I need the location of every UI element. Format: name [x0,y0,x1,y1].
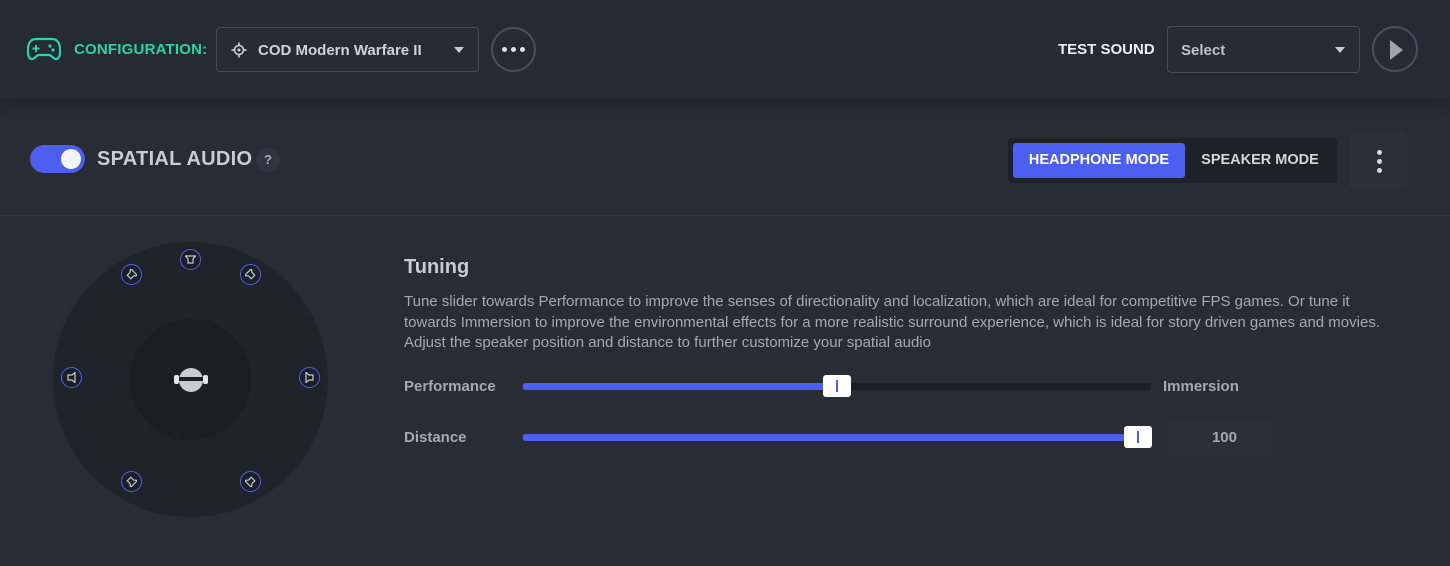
configuration-value: COD Modern Warfare II [258,42,422,59]
spatial-audio-title: SPATIAL AUDIO [97,148,253,170]
chevron-down-icon [454,47,464,53]
top-bar: CONFIGURATION: COD Modern Warfare II TES… [0,0,1450,98]
toggle-knob [61,149,81,169]
performance-label: Performance [404,378,496,395]
help-icon[interactable]: ? [256,148,280,172]
speaker-rear-right-icon[interactable] [240,471,261,492]
mode-switch: HEADPHONE MODE SPEAKER MODE [1008,138,1337,183]
test-sound-select[interactable]: Select [1167,26,1360,73]
tuning-title: Tuning [404,256,470,278]
panel-menu-button[interactable] [1350,132,1408,190]
gamepad-icon [27,37,61,61]
more-vertical-icon [1376,149,1382,155]
chevron-down-icon [1335,47,1345,53]
speaker-side-left-icon[interactable] [61,367,82,388]
speaker-rear-left-icon[interactable] [121,471,142,492]
performance-immersion-slider[interactable] [523,375,1151,397]
more-options-button[interactable] [491,27,536,72]
distance-slider[interactable] [523,426,1153,448]
listener-head-icon [174,368,208,392]
spatial-audio-toggle[interactable] [30,145,85,173]
slider-fill [523,434,1139,441]
immersion-label: Immersion [1163,378,1239,395]
spatial-audio-header: SPATIAL AUDIO ? HEADPHONE MODE SPEAKER M… [0,98,1450,216]
speaker-mode-button[interactable]: SPEAKER MODE [1188,143,1332,178]
configuration-label: CONFIGURATION: [74,41,208,58]
configuration-select[interactable]: COD Modern Warfare II [216,27,479,72]
speaker-front-left-icon[interactable] [121,264,142,285]
speaker-side-right-icon[interactable] [299,367,320,388]
play-icon [1390,40,1403,60]
test-sound-label: TEST SOUND [1058,41,1155,58]
slider-fill [523,383,837,390]
test-sound-value: Select [1181,42,1226,59]
slider-thumb[interactable] [823,375,851,397]
headphone-mode-button[interactable]: HEADPHONE MODE [1013,143,1185,178]
tuning-description: Tune slider towards Performance to impro… [404,293,1380,351]
speaker-front-right-icon[interactable] [240,264,261,285]
slider-thumb[interactable] [1124,426,1153,448]
speaker-center-icon[interactable] [180,249,201,270]
game-target-icon [231,42,247,58]
play-test-sound-button[interactable] [1372,26,1418,72]
more-horizontal-icon [502,47,507,52]
distance-value[interactable]: 100 [1168,421,1272,455]
distance-label: Distance [404,429,467,446]
